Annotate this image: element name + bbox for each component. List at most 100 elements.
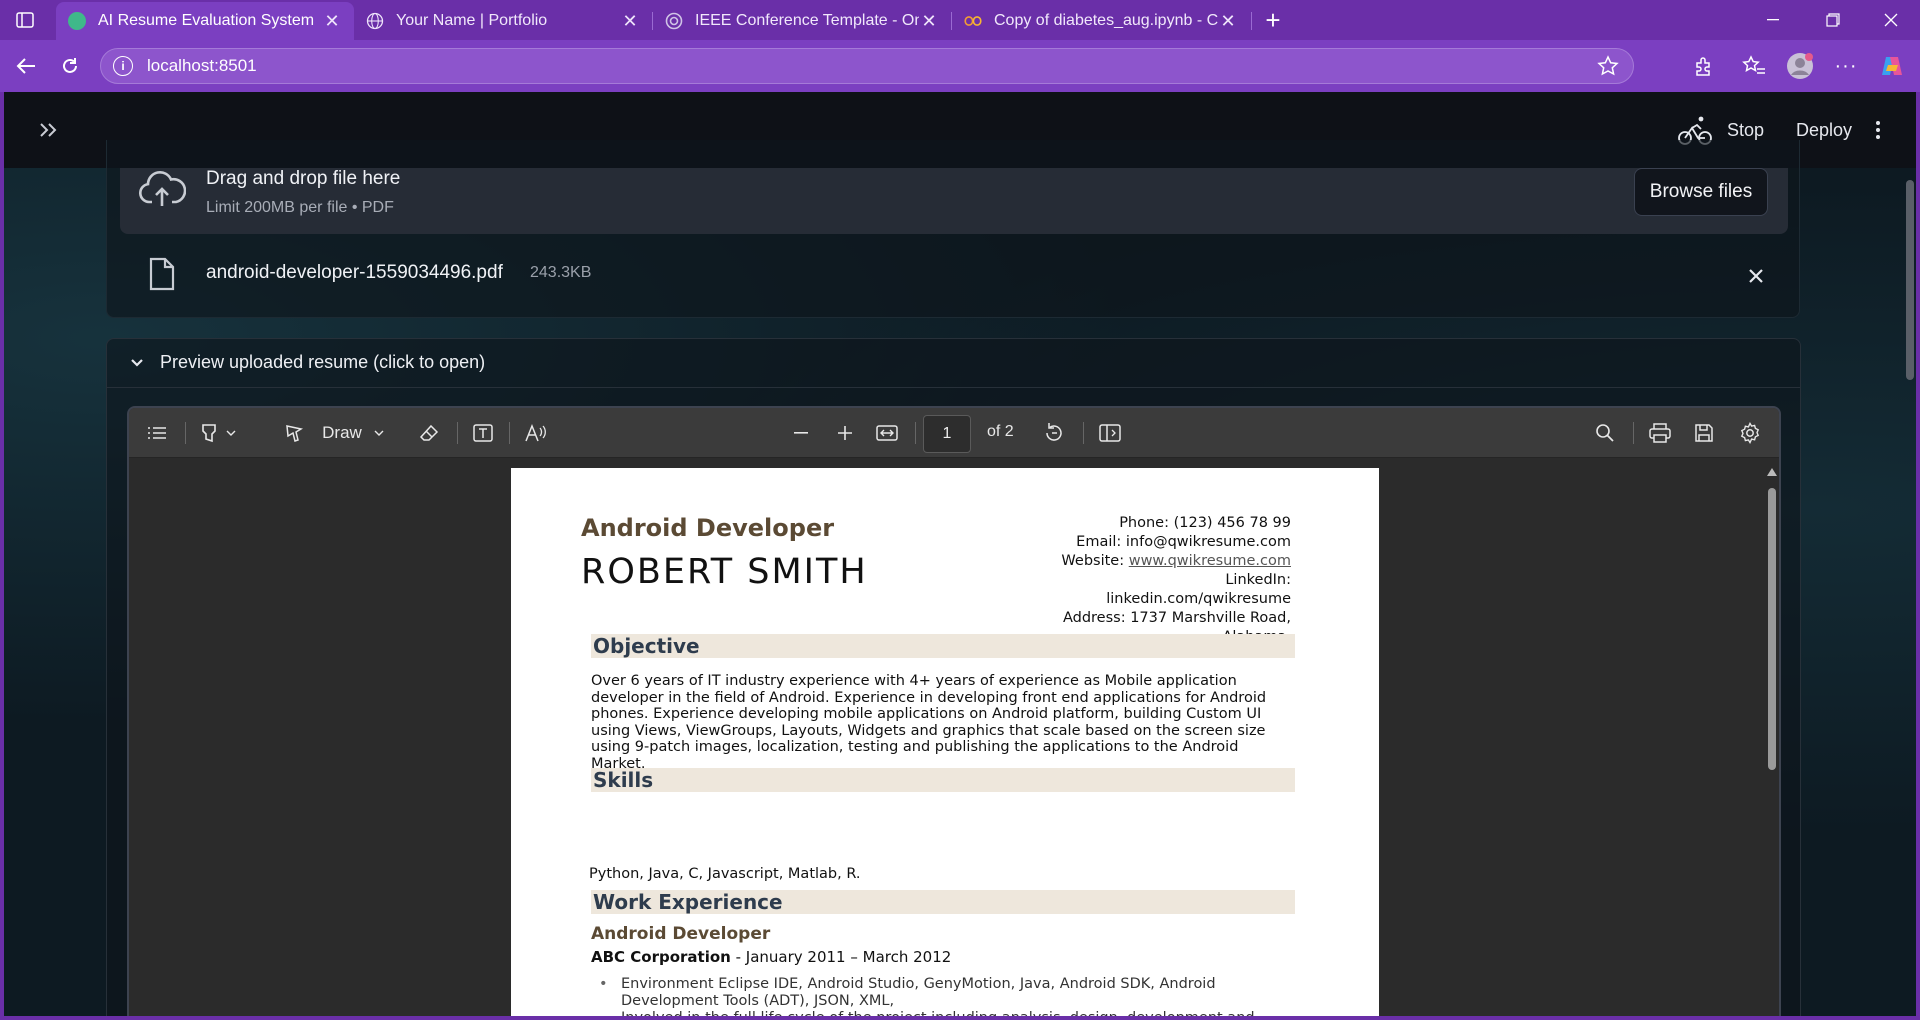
close-icon[interactable]: ✕ bbox=[620, 11, 640, 32]
file-icon bbox=[148, 257, 176, 291]
window-frame-left bbox=[0, 92, 4, 1020]
company-name: ABC Corporation bbox=[591, 948, 731, 966]
print-icon[interactable] bbox=[1647, 419, 1673, 447]
deploy-button[interactable]: Deploy bbox=[1796, 120, 1852, 141]
close-icon[interactable]: ✕ bbox=[919, 11, 939, 32]
url-text: localhost:8501 bbox=[147, 56, 257, 75]
resume-email: Email: info@qwikresume.com bbox=[1076, 534, 1291, 550]
section-skills-heading: Skills bbox=[591, 768, 1295, 792]
expand-sidebar-icon[interactable] bbox=[34, 116, 62, 144]
tab-title: Your Name | Portfolio bbox=[396, 12, 548, 29]
browser-tab-bar: AI Resume Evaluation System ✕ Your Name … bbox=[0, 0, 1920, 40]
remove-file-icon[interactable] bbox=[1742, 262, 1770, 290]
back-arrow-icon[interactable] bbox=[12, 52, 40, 80]
skills-text: Python, Java, C, Javascript, Matlab, R. bbox=[589, 866, 861, 882]
main-menu-icon[interactable] bbox=[1874, 121, 1882, 139]
toolbar-divider bbox=[1083, 422, 1084, 444]
section-objective-heading: Objective bbox=[591, 634, 1295, 658]
window-frame-right bbox=[1916, 92, 1920, 1020]
job-dates: - January 2011 – March 2012 bbox=[730, 948, 952, 966]
objective-text: Over 6 years of IT industry experience w… bbox=[591, 673, 1267, 772]
restore-icon[interactable] bbox=[1810, 0, 1856, 40]
tab-colab[interactable]: Copy of diabetes_aug.ipynb - Cola ✕ bbox=[952, 2, 1250, 40]
resume-linkedin: linkedin.com/qwikresume bbox=[1106, 591, 1291, 607]
fit-width-icon[interactable] bbox=[873, 419, 901, 447]
resume-name: ROBERT SMITH bbox=[581, 552, 868, 592]
toolbar-divider bbox=[185, 422, 186, 444]
uploaded-file-size: 243.3KB bbox=[530, 264, 592, 281]
copilot-icon[interactable] bbox=[1878, 52, 1906, 80]
site-info-icon[interactable]: i bbox=[113, 56, 133, 76]
chevron-down-icon bbox=[126, 352, 148, 374]
browse-files-button[interactable]: Browse files bbox=[1634, 168, 1768, 216]
cloud-upload-icon bbox=[138, 170, 187, 210]
tab-title: Copy of diabetes_aug.ipynb - Cola bbox=[994, 12, 1218, 29]
stop-button[interactable]: Stop bbox=[1727, 120, 1764, 141]
draw-button[interactable]: Draw bbox=[319, 419, 365, 447]
save-icon[interactable] bbox=[1691, 419, 1717, 447]
favorite-star-icon[interactable] bbox=[1597, 55, 1619, 82]
zoom-out-icon[interactable] bbox=[789, 419, 813, 447]
draw-icon[interactable] bbox=[281, 419, 307, 447]
uploaded-file-name: android-developer-1559034496.pdf bbox=[206, 262, 503, 283]
zoom-in-icon[interactable] bbox=[833, 419, 857, 447]
resume-address: Address: 1737 Marshville Road, bbox=[1062, 610, 1291, 626]
overleaf-favicon bbox=[665, 12, 683, 30]
pdf-scroll-thumb[interactable] bbox=[1768, 488, 1776, 770]
toolbar-divider bbox=[915, 422, 916, 444]
resume-website-line: Website: www.qwikresume.com bbox=[1061, 552, 1291, 571]
minimize-icon[interactable] bbox=[1750, 0, 1796, 40]
resume-linkedin-label: LinkedIn: bbox=[1225, 572, 1291, 588]
tab-ieee-template[interactable]: IEEE Conference Template - Online ✕ bbox=[653, 2, 951, 40]
favorites-icon[interactable] bbox=[1740, 52, 1768, 80]
job-bullet: Environment Eclipse IDE, Android Studio,… bbox=[599, 976, 1261, 1010]
page-scrollbar-thumb[interactable] bbox=[1906, 180, 1914, 380]
browser-toolbar: i localhost:8501 ··· bbox=[0, 40, 1920, 92]
tab-portfolio[interactable]: Your Name | Portfolio ✕ bbox=[354, 2, 652, 40]
resume-role: Android Developer bbox=[581, 514, 835, 542]
profile-avatar[interactable] bbox=[1786, 52, 1814, 80]
tab-title: IEEE Conference Template - Online bbox=[695, 12, 919, 29]
highlight-dropdown-icon[interactable] bbox=[223, 419, 239, 447]
page-number-input[interactable]: 1 bbox=[923, 415, 971, 453]
page-view-icon[interactable] bbox=[1097, 419, 1123, 447]
search-icon[interactable] bbox=[1593, 419, 1617, 447]
draw-dropdown-icon[interactable] bbox=[371, 419, 387, 447]
reload-icon[interactable] bbox=[56, 52, 84, 80]
dropzone-limit: Limit 200MB per file • PDF bbox=[206, 199, 394, 216]
website-prefix: Website: bbox=[1061, 553, 1129, 569]
read-aloud-icon[interactable] bbox=[523, 419, 549, 447]
expander-label: Preview uploaded resume (click to open) bbox=[160, 352, 486, 372]
new-tab-icon[interactable]: + bbox=[1260, 5, 1286, 35]
settings-gear-icon[interactable] bbox=[1737, 419, 1763, 447]
globe-icon bbox=[366, 12, 384, 30]
highlight-icon[interactable] bbox=[197, 419, 221, 447]
resume-phone: Phone: (123) 456 78 99 bbox=[1119, 515, 1291, 531]
dropzone-title: Drag and drop file here bbox=[206, 168, 401, 189]
job-company-line: ABC Corporation - January 2011 – March 2… bbox=[591, 948, 951, 966]
tab-actions-icon[interactable] bbox=[12, 8, 38, 32]
tab-ai-resume[interactable]: AI Resume Evaluation System ✕ bbox=[56, 2, 354, 40]
tab-divider bbox=[1251, 12, 1252, 30]
expander-header[interactable]: Preview uploaded resume (click to open) bbox=[106, 338, 1801, 388]
more-options-icon[interactable]: ··· bbox=[1832, 52, 1860, 80]
close-icon[interactable]: ✕ bbox=[1218, 11, 1238, 32]
pdf-viewer: Draw 1 of 2 Android Developer ROBERT SMI… bbox=[127, 406, 1781, 1020]
rotate-icon[interactable] bbox=[1041, 419, 1067, 447]
text-box-icon[interactable] bbox=[471, 419, 495, 447]
scroll-up-arrow-icon[interactable] bbox=[1767, 468, 1777, 476]
window-close-icon[interactable] bbox=[1868, 0, 1914, 40]
address-bar[interactable]: i localhost:8501 bbox=[100, 48, 1634, 84]
toolbar-divider bbox=[509, 422, 510, 444]
resume-website-link[interactable]: www.qwikresume.com bbox=[1129, 553, 1291, 569]
eraser-icon[interactable] bbox=[417, 419, 441, 447]
extensions-icon[interactable] bbox=[1690, 52, 1718, 80]
pdf-page: Android Developer ROBERT SMITH Phone: (1… bbox=[511, 468, 1379, 1020]
toolbar-divider bbox=[1633, 422, 1634, 444]
pdf-toolbar: Draw 1 of 2 bbox=[129, 408, 1779, 458]
page-count: of 2 bbox=[987, 423, 1014, 440]
streamlit-favicon bbox=[68, 12, 86, 30]
contents-list-icon[interactable] bbox=[145, 419, 169, 447]
pdf-scrollbar[interactable] bbox=[1765, 460, 1779, 1020]
close-icon[interactable]: ✕ bbox=[322, 11, 342, 32]
